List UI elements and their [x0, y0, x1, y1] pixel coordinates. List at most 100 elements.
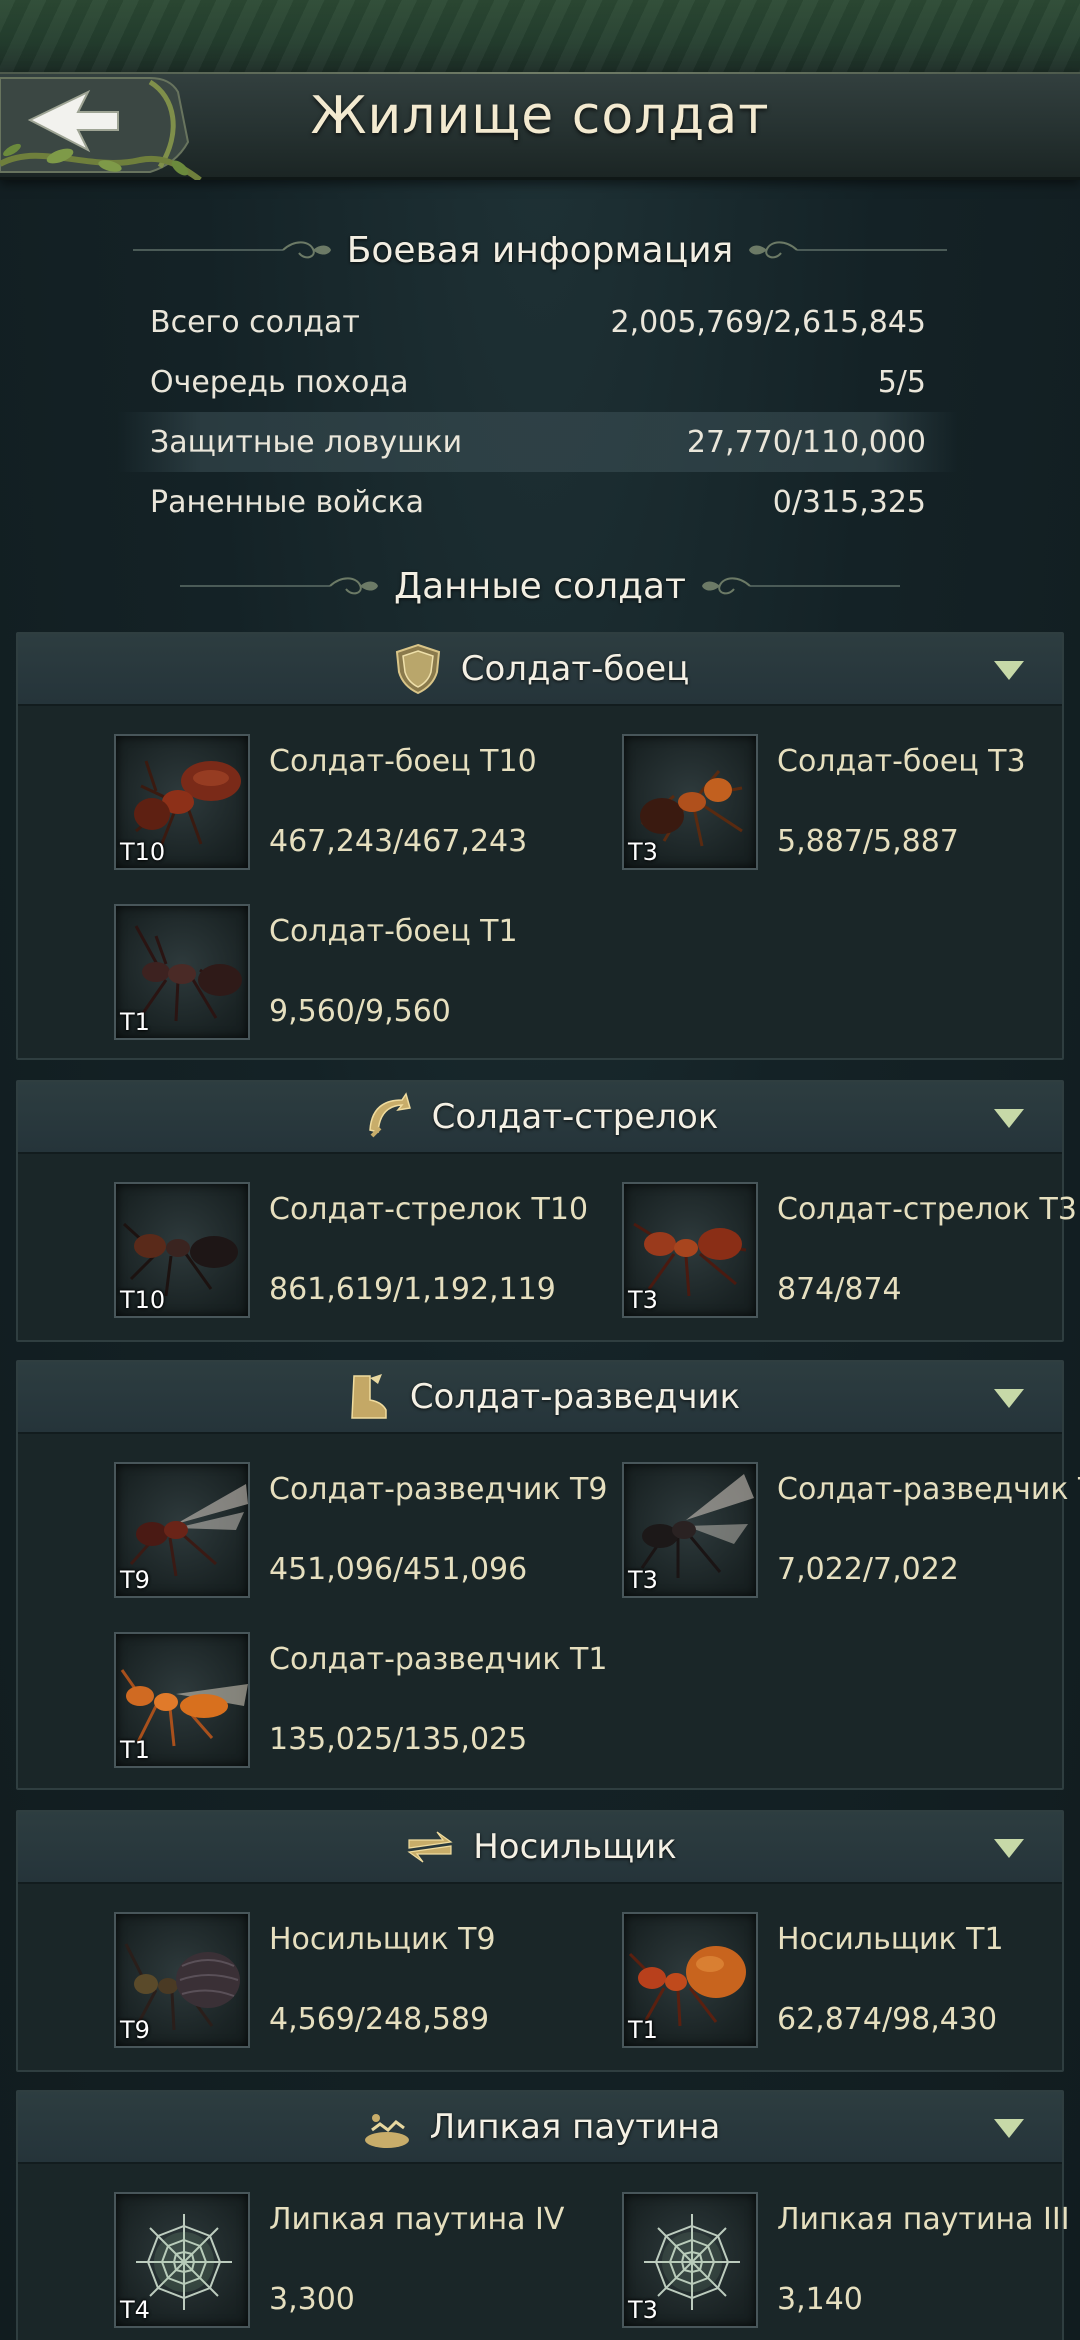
unit-name: Липкая паутина IV	[269, 2202, 565, 2237]
info-label: Всего солдат	[150, 304, 360, 340]
unit-portrait: T10	[114, 734, 250, 870]
chevron-down-icon	[994, 2119, 1024, 2138]
category-header-sticky-web[interactable]: Липкая паутина	[18, 2092, 1062, 2164]
unit-count: 7,022/7,022	[777, 1552, 959, 1587]
unit-count: 62,874/98,430	[777, 2002, 998, 2037]
unit-portrait: T3	[622, 1182, 758, 1318]
shield-icon	[395, 643, 440, 695]
category-panel-shooter: Солдат-стрелок T10 Солдат-стрелок T10 86…	[16, 1080, 1077, 1342]
unit-count: 135,025/135,025	[269, 1722, 528, 1757]
unit-card-scout-t9[interactable]: T9 Солдат-разведчик T9 451,096/451,096	[114, 1462, 614, 1602]
unit-portrait: T1	[114, 904, 250, 1040]
unit-card-fighter-t10[interactable]: T10 Солдат-боец T10 467,243/467,243	[114, 734, 614, 874]
unit-name: Солдат-разведчик T3	[777, 1472, 1080, 1507]
unit-name: Липкая паутина III	[777, 2202, 1070, 2237]
info-value: 2,005,769/2,615,845	[610, 304, 926, 340]
chevron-down-icon	[994, 1109, 1024, 1128]
left-ornament-icon	[132, 241, 331, 259]
soldier-barracks-screen: Жилище солдат Боевая информация Всего со…	[0, 0, 1080, 2340]
soldier-data-title: Данные солдат	[0, 556, 1080, 616]
right-ornament-icon	[702, 577, 901, 595]
unit-portrait: T9	[114, 1462, 250, 1598]
unit-card-web-iii[interactable]: T3 Липкая паутина III 3,140	[622, 2192, 1080, 2332]
battle-info-title: Боевая информация	[0, 220, 1080, 280]
info-label: Раненные войска	[150, 484, 424, 520]
unit-name: Носильщик T9	[269, 1922, 496, 1957]
unit-card-scout-t1[interactable]: T1 Солдат-разведчик T1 135,025/135,025	[114, 1632, 614, 1772]
unit-name: Носильщик T1	[777, 1922, 1004, 1957]
shooter-icon	[368, 1092, 411, 1138]
tier-badge: T10	[120, 838, 166, 866]
info-value: 5/5	[877, 364, 926, 400]
unit-card-fighter-t3[interactable]: T3 Солдат-боец T3 5,887/5,887	[622, 734, 1080, 874]
category-panel-carrier: Носильщик T9 Носильщик T9 4,569/248,589 …	[16, 1810, 1064, 2072]
unit-portrait: T9	[114, 1912, 250, 2048]
tier-badge: T3	[628, 1286, 658, 1314]
unit-portrait: T10	[114, 1182, 250, 1318]
unit-name: Солдат-разведчик T1	[269, 1642, 608, 1677]
info-row-defense-traps: Защитные ловушки 27,770/110,000	[118, 412, 958, 472]
battle-info-label: Боевая информация	[346, 229, 734, 271]
category-label: Солдат-стрелок	[431, 1097, 719, 1137]
boot-icon	[351, 1374, 387, 1419]
unit-portrait: T3	[622, 734, 758, 870]
info-value: 0/315,325	[772, 484, 926, 520]
category-panel-scout: Солдат-разведчик T9 Солдат-разведчик T9	[16, 1360, 1080, 1790]
tier-badge: T4	[120, 2296, 150, 2324]
unit-card-carrier-t1[interactable]: T1 Носильщик T1 62,874/98,430	[622, 1912, 1080, 2052]
chevron-down-icon	[994, 1389, 1024, 1408]
unit-count: 3,140	[777, 2282, 863, 2317]
tier-badge: T9	[120, 1566, 150, 1594]
info-label: Защитные ловушки	[150, 424, 463, 460]
unit-card-web-iv[interactable]: T4 Липкая паутина IV 3,300	[114, 2192, 614, 2332]
unit-count: 861,619/1,192,119	[269, 1272, 556, 1307]
unit-name: Солдат-стрелок T10	[269, 1192, 589, 1227]
unit-portrait: T1	[114, 1632, 250, 1768]
unit-card-scout-t3[interactable]: T3 Солдат-разведчик T3 7,022/7,022	[622, 1462, 1080, 1602]
category-header-carrier[interactable]: Носильщик	[18, 1812, 1062, 1884]
carrier-icon	[407, 1831, 453, 1863]
right-ornament-icon	[749, 241, 948, 259]
unit-name: Солдат-боец T10	[269, 744, 537, 779]
unit-portrait: T4	[114, 2192, 250, 2328]
unit-card-fighter-t1[interactable]: T1 Солдат-боец T1 9,560/9,560	[114, 904, 614, 1044]
category-label: Носильщик	[473, 1827, 677, 1867]
category-header-scout[interactable]: Солдат-разведчик	[18, 1362, 1062, 1434]
category-header-shooter[interactable]: Солдат-стрелок	[18, 1082, 1062, 1154]
unit-count: 467,243/467,243	[269, 824, 528, 859]
category-label: Солдат-разведчик	[409, 1377, 741, 1417]
unit-count: 9,560/9,560	[269, 994, 451, 1029]
top-decor-strip	[0, 0, 1080, 72]
unit-count: 4,569/248,589	[269, 2002, 490, 2037]
tier-badge: T1	[628, 2016, 658, 2044]
chevron-down-icon	[994, 1839, 1024, 1858]
info-row-total-soldiers: Всего солдат 2,005,769/2,615,845	[118, 292, 958, 352]
soldier-data-label: Данные солдат	[393, 565, 687, 607]
unit-count: 3,300	[269, 2282, 355, 2317]
unit-name: Солдат-стрелок T3	[777, 1192, 1077, 1227]
unit-portrait: T3	[622, 2192, 758, 2328]
unit-count: 5,887/5,887	[777, 824, 959, 859]
unit-name: Солдат-боец T3	[777, 744, 1026, 779]
unit-count: 874/874	[777, 1272, 902, 1307]
category-label: Липкая паутина	[429, 2107, 721, 2147]
info-row-wounded: Раненные войска 0/315,325	[118, 472, 958, 532]
unit-card-shooter-t10[interactable]: T10 Солдат-стрелок T10 861,619/1,192,119	[114, 1182, 614, 1322]
chevron-down-icon	[994, 661, 1024, 680]
tier-badge: T3	[628, 1566, 658, 1594]
unit-portrait: T3	[622, 1462, 758, 1598]
info-row-march-queue: Очередь похода 5/5	[118, 352, 958, 412]
info-label: Очередь похода	[150, 364, 409, 400]
unit-card-shooter-t3[interactable]: T3 Солдат-стрелок T3 874/874	[622, 1182, 1080, 1322]
tier-badge: T3	[628, 838, 658, 866]
unit-portrait: T1	[622, 1912, 758, 2048]
header-bar: Жилище солдат	[0, 72, 1080, 180]
unit-card-carrier-t9[interactable]: T9 Носильщик T9 4,569/248,589	[114, 1912, 614, 2052]
category-label: Солдат-боец	[460, 649, 690, 689]
category-header-fighter[interactable]: Солдат-боец	[18, 634, 1062, 706]
unit-name: Солдат-боец T1	[269, 914, 518, 949]
tier-badge: T9	[120, 2016, 150, 2044]
web-trap-icon	[364, 2114, 409, 2148]
tier-badge: T3	[628, 2296, 658, 2324]
unit-name: Солдат-разведчик T9	[269, 1472, 608, 1507]
